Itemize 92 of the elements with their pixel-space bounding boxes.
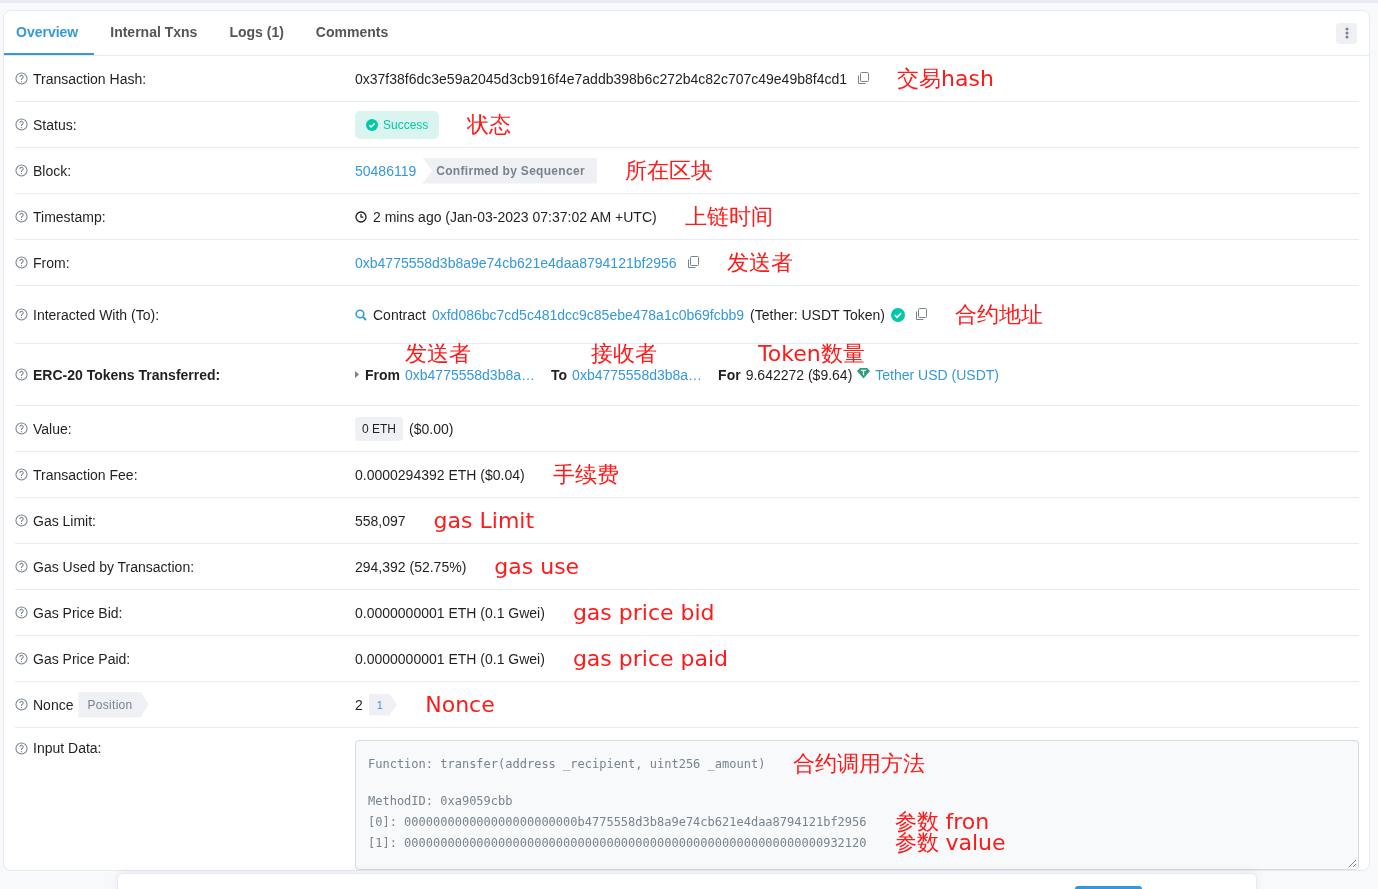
code-line: MethodID: 0xa9059cbb — [368, 793, 513, 808]
copy-icon[interactable] — [686, 256, 699, 269]
annotation: gas Limit — [433, 508, 535, 533]
code-line: [0]: 000000000000000000000000b4775558d3b8a9e74cb621e4daa8794121bf2956 — [368, 814, 867, 829]
field-label: Gas Limit: — [33, 512, 96, 529]
help-icon[interactable] — [15, 210, 28, 223]
status-badge: Success — [355, 110, 440, 139]
more-options-button[interactable] — [1336, 22, 1357, 44]
field-label: Transaction Fee: — [33, 466, 138, 483]
annotation: 合约调用方法 — [793, 749, 926, 778]
help-icon[interactable] — [15, 606, 28, 619]
help-icon[interactable] — [15, 118, 28, 131]
position-badge: 1 — [368, 693, 398, 716]
field-value: 558,097 — [355, 512, 406, 529]
help-icon[interactable] — [15, 514, 28, 527]
annotation: 接收者 — [591, 339, 657, 368]
address-link[interactable]: 0xb4775558d3b8a… — [572, 366, 703, 383]
input-data-box[interactable] — [355, 740, 1359, 870]
copy-icon[interactable] — [857, 72, 869, 85]
search-icon — [355, 308, 367, 321]
token-link[interactable]: Tether USD (USDT) — [875, 366, 999, 383]
code-line: [1]: 0000000000000000000000000000000000000000000000000000000000932120 — [368, 835, 867, 850]
field-label: Value: — [33, 420, 72, 437]
field-label: Input Data: — [33, 740, 102, 756]
annotation: 发送者 — [726, 248, 793, 277]
token-icon — [857, 366, 871, 379]
resize-handle-icon[interactable] — [1348, 859, 1356, 867]
address-link[interactable]: 0xb4775558d3b8a9e74cb621e4daa8794121bf2956 — [355, 254, 677, 271]
field-value: 294,392 (52.75%) — [355, 558, 467, 575]
transfer-label: From — [365, 366, 400, 383]
annotation: 合约地址 — [954, 300, 1043, 329]
tab[interactable]: Internal Txns — [94, 11, 214, 55]
field-label: Interacted With (To): — [33, 306, 160, 323]
field-label: ERC-20 Tokens Transferred: — [33, 366, 221, 383]
field-label: Nonce — [33, 696, 74, 713]
help-icon[interactable] — [15, 652, 28, 665]
block-link[interactable]: 50486119 — [355, 162, 417, 179]
clock-icon — [355, 210, 367, 223]
eth-badge: 0 ETH — [355, 416, 403, 441]
annotation: gas use — [494, 554, 580, 579]
help-icon[interactable] — [15, 368, 28, 381]
contract-label: Contract — [373, 306, 426, 323]
annotation: 发送者 — [405, 339, 471, 368]
field-label: Transaction Hash: — [33, 70, 147, 87]
check-circle-icon — [366, 118, 378, 131]
field-label: Block: — [33, 162, 72, 179]
field-label: Gas Used by Transaction: — [33, 558, 195, 575]
annotation: 所在区块 — [624, 156, 713, 185]
code-line: Function: transfer(address _recipient, uint256 _amount) — [368, 756, 766, 771]
annotation: gas price bid — [572, 600, 715, 625]
caret-icon[interactable] — [355, 371, 359, 378]
field-value: 0.0000000001 ETH (0.1 Gwei) — [355, 650, 545, 667]
help-icon[interactable] — [15, 468, 28, 481]
annotation: 状态 — [467, 110, 512, 139]
help-icon[interactable] — [15, 72, 28, 85]
tab[interactable]: Logs (1) — [213, 11, 300, 55]
annotation: Nonce — [425, 692, 495, 717]
more-dots-icon — [1344, 27, 1349, 39]
field-label: Status: — [33, 116, 77, 133]
copy-icon[interactable] — [914, 308, 927, 321]
field-label: Timestamp: — [33, 208, 106, 225]
tab[interactable]: Overview — [4, 11, 95, 55]
field-label: Gas Price Paid: — [33, 650, 131, 667]
transaction-hash: 0x37f38f6dc3e59a2045d3cb916f4e7addb398b6c272b4c82c707c49e49b8f4cd1 — [355, 70, 847, 87]
help-icon[interactable] — [15, 741, 28, 755]
sequencer-tag: Confirmed by Sequencer — [422, 157, 597, 184]
help-icon[interactable] — [15, 422, 28, 435]
annotation: 上链时间 — [684, 202, 773, 231]
field-label: Gas Price Bid: — [33, 604, 123, 621]
help-icon[interactable] — [15, 256, 28, 269]
tab[interactable]: Comments — [299, 11, 405, 55]
annotation: gas price paid — [572, 646, 729, 671]
transfer-label: To — [551, 366, 568, 383]
help-icon[interactable] — [15, 698, 28, 711]
field-value: 0.0000000001 ETH (0.1 Gwei) — [355, 604, 545, 621]
help-icon[interactable] — [15, 308, 28, 321]
transfer-label: For — [718, 366, 741, 383]
field-label: From: — [33, 254, 70, 271]
contract-name: (Tether: USDT Token) — [750, 306, 885, 323]
address-link[interactable]: 0xb4775558d3b8a… — [405, 366, 535, 383]
help-icon[interactable] — [15, 560, 28, 573]
annotation: 交易hash — [897, 64, 994, 93]
contract-link[interactable]: 0xfd086bc7cd5c481dcc9c85ebe478a1c0b69fcbb9 — [431, 306, 745, 323]
position-tag: Position — [78, 691, 149, 718]
help-icon[interactable] — [15, 164, 28, 177]
token-amount: 9.642272 ($9.64) — [745, 366, 853, 383]
annotation: 手续费 — [552, 460, 619, 489]
field-value: 0.0000294392 ETH ($0.04) — [355, 466, 525, 483]
nonce-value: 2 — [355, 696, 363, 713]
usd-value: ($0.00) — [409, 420, 454, 437]
annotation: Token数量 — [758, 339, 865, 368]
timestamp-text: 2 mins ago (Jan-03-2023 07:37:02 AM +UTC) — [373, 208, 657, 225]
